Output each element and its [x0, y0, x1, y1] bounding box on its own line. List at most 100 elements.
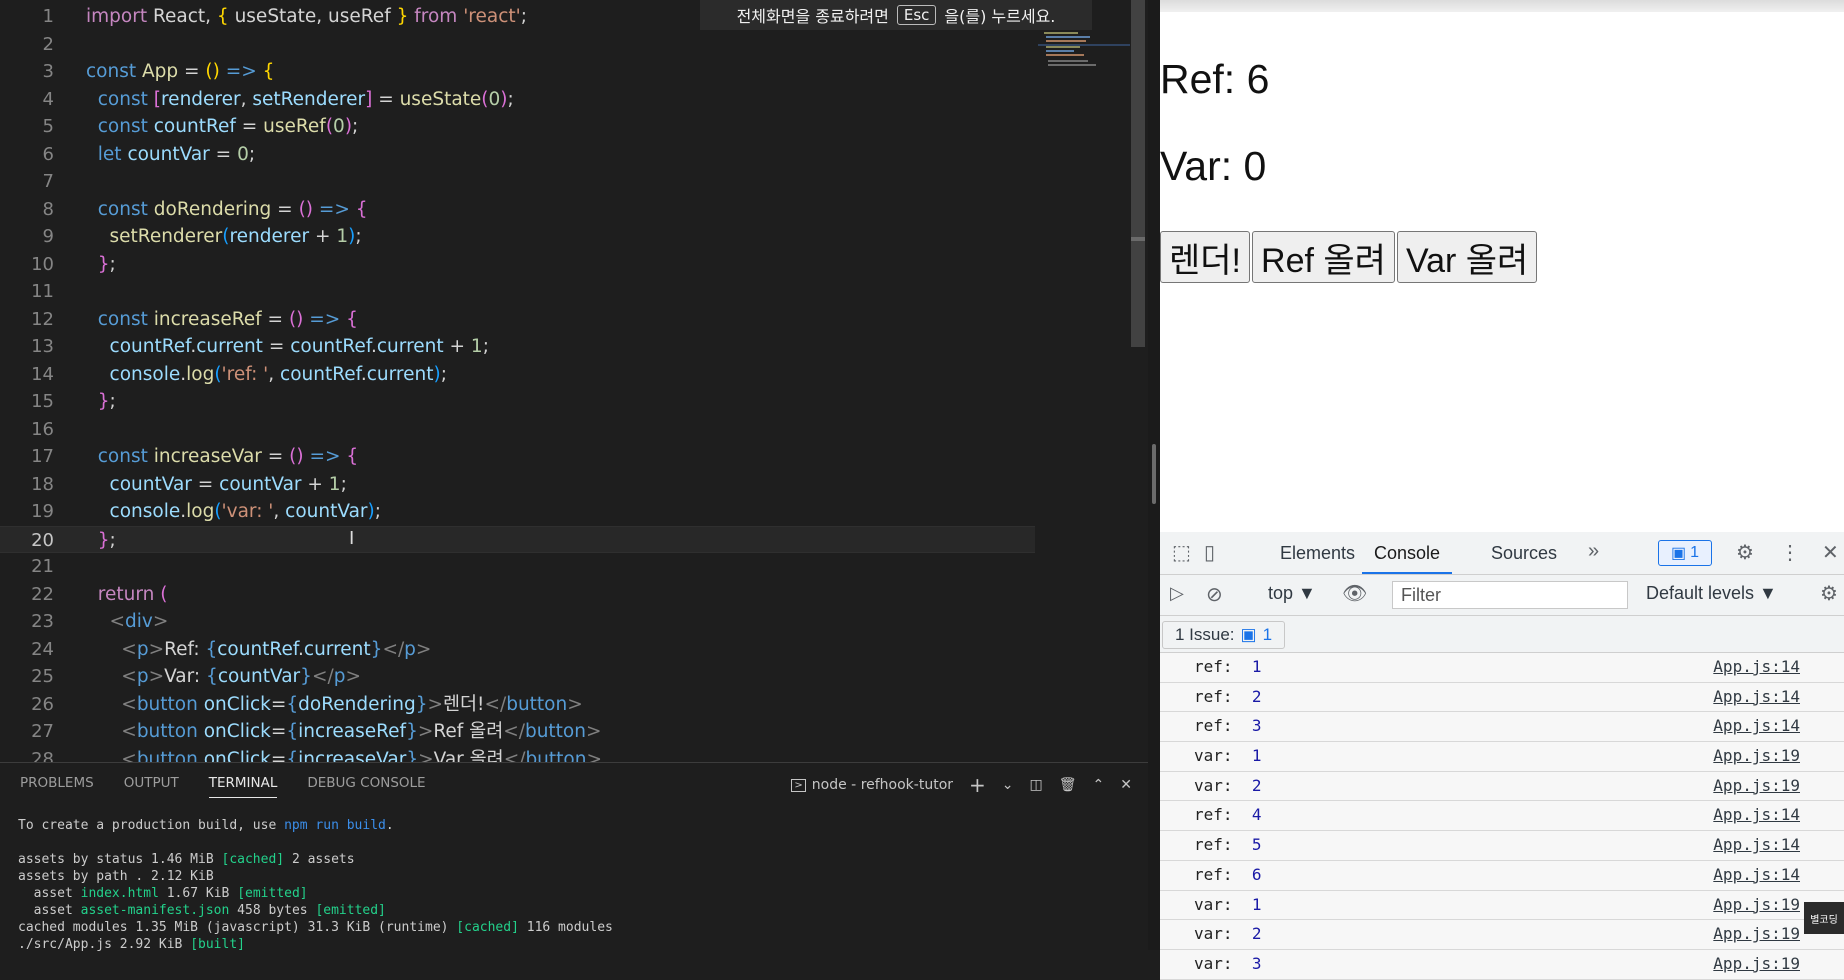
- context-selector[interactable]: top ▼: [1268, 583, 1316, 604]
- code-line[interactable]: 19 console.log('var: ', countVar);: [0, 498, 1035, 526]
- render-button[interactable]: 렌더!: [1160, 231, 1251, 283]
- code-line[interactable]: 22 return (: [0, 581, 1035, 609]
- increase-ref-button[interactable]: Ref 올려: [1252, 231, 1395, 283]
- code-line[interactable]: 7: [0, 168, 1035, 196]
- issues-pill[interactable]: 1 Issue: ▣ 1: [1162, 621, 1286, 649]
- code-line[interactable]: 15 };: [0, 388, 1035, 416]
- code-line[interactable]: 11: [0, 278, 1035, 306]
- console-log-message: ref: 5: [1194, 831, 1261, 860]
- code-line[interactable]: 23 <div>: [0, 608, 1035, 636]
- inspect-element-icon[interactable]: ⬚: [1172, 540, 1191, 565]
- code-lines[interactable]: 1 import React, { useState, useRef } from…: [0, 3, 1035, 762]
- code-line[interactable]: 12 const increaseRef = () => {: [0, 306, 1035, 334]
- console-log-label: var:: [1194, 894, 1243, 914]
- code-line[interactable]: 28 <button onClick={increaseVar}>Var 올려<…: [0, 746, 1035, 763]
- console-log-value: 5: [1251, 835, 1262, 855]
- console-log-source-link[interactable]: App.js:14: [1713, 653, 1800, 682]
- clear-console-icon[interactable]: ⊘: [1206, 582, 1223, 607]
- code-line[interactable]: 25 <p>Var: {countVar}</p>: [0, 663, 1035, 691]
- console-log-source-link[interactable]: App.js:14: [1713, 831, 1800, 860]
- tab-sources[interactable]: Sources: [1491, 532, 1557, 574]
- split-grip[interactable]: [1152, 444, 1156, 504]
- editor-scrollbar[interactable]: [1131, 0, 1145, 347]
- code-line[interactable]: 26 <button onClick={doRendering}>렌더!</bu…: [0, 691, 1035, 719]
- code-line-active[interactable]: 20 };: [0, 525, 1035, 553]
- code-line[interactable]: 27 <button onClick={increaseRef}>Ref 올려<…: [0, 718, 1035, 746]
- console-log-source-link[interactable]: App.js:19: [1713, 772, 1800, 801]
- code-line[interactable]: 6 let countVar = 0;: [0, 141, 1035, 169]
- console-log-source-link[interactable]: App.js:14: [1713, 801, 1800, 830]
- terminal-line: cached modules 1.35 MiB (javascript) 31.…: [18, 920, 613, 935]
- line-number: 10: [31, 253, 54, 275]
- close-icon[interactable]: ✕: [1120, 777, 1132, 793]
- trash-icon[interactable]: 🗑: [1059, 777, 1077, 793]
- channel-watermark: 별코딩: [1804, 902, 1844, 934]
- line-number: 16: [31, 418, 54, 440]
- code-line[interactable]: 10 };: [0, 251, 1035, 279]
- gear-icon[interactable]: ⚙: [1736, 540, 1754, 565]
- terminal-selector[interactable]: > node - refhook-tutor: [791, 777, 953, 793]
- tab-output[interactable]: OUTPUT: [124, 775, 179, 798]
- console-log-source-link[interactable]: App.js:14: [1713, 712, 1800, 741]
- code-line[interactable]: 13 countRef.current = countRef.current +…: [0, 333, 1035, 361]
- log-levels-dropdown[interactable]: Default levels ▼: [1646, 583, 1777, 604]
- tab-terminal[interactable]: TERMINAL: [208, 775, 278, 798]
- code-line[interactable]: 16: [0, 416, 1035, 444]
- console-log-list[interactable]: ref: 1 App.js:14 ref: 2 App.js:14 ref: 3 App.…: [1160, 653, 1844, 980]
- more-tabs-icon[interactable]: »: [1588, 540, 1599, 563]
- console-settings-icon[interactable]: ⚙: [1820, 581, 1838, 606]
- tab-elements[interactable]: Elements: [1280, 532, 1355, 574]
- console-log-source-link[interactable]: App.js:19: [1713, 891, 1800, 920]
- button-row: 렌더! Ref 올려 Var 올려: [1160, 231, 1538, 283]
- kebab-menu-icon[interactable]: ⋮: [1780, 540, 1800, 565]
- code-line[interactable]: 24 <p>Ref: {countRef.current}</p>: [0, 636, 1035, 664]
- console-log-source-link[interactable]: App.js:14: [1713, 861, 1800, 890]
- terminal-output[interactable]: To create a production build, use npm ru…: [18, 817, 613, 953]
- code-line[interactable]: 3 const App = () => {: [0, 58, 1035, 86]
- code-line[interactable]: 14 console.log('ref: ', countRef.current…: [0, 361, 1035, 389]
- line-number: 23: [31, 611, 54, 632]
- console-log-message: ref: 4: [1194, 801, 1261, 830]
- sidebar-toggle-icon[interactable]: ▷: [1170, 583, 1184, 604]
- device-toolbar-icon[interactable]: ▯: [1204, 540, 1215, 565]
- new-terminal-icon[interactable]: +: [969, 773, 986, 797]
- console-log-value: 3: [1251, 716, 1262, 736]
- code-line[interactable]: 5 const countRef = useRef(0);: [0, 113, 1035, 141]
- code-line[interactable]: 4 const [renderer, setRenderer] = useSta…: [0, 86, 1035, 114]
- console-log-message: var: 2: [1194, 772, 1261, 801]
- console-log-value: 1: [1251, 746, 1262, 766]
- increase-var-button[interactable]: Var 올려: [1396, 231, 1538, 283]
- line-number: 13: [31, 336, 54, 357]
- issues-count: 1: [1262, 625, 1273, 644]
- filter-input[interactable]: Filter: [1392, 581, 1628, 609]
- line-number: 14: [31, 363, 54, 385]
- code-line[interactable]: 2: [0, 31, 1035, 59]
- line-number: 27: [31, 721, 54, 742]
- console-log-message: ref: 3: [1194, 712, 1261, 741]
- split-terminal-icon[interactable]: ◫: [1030, 777, 1043, 793]
- tab-problems[interactable]: PROBLEMS: [20, 775, 94, 798]
- console-log-label: var:: [1194, 953, 1243, 973]
- toast-text-before: 전체화면을 종료하려면: [736, 7, 889, 26]
- panel-tabs: PROBLEMS OUTPUT TERMINAL DEBUG CONSOLE: [20, 775, 426, 798]
- chevron-up-icon[interactable]: ⌃: [1093, 777, 1105, 793]
- code-line[interactable]: 8 const doRendering = () => {: [0, 196, 1035, 224]
- code-line[interactable]: 18 countVar = countVar + 1;: [0, 471, 1035, 499]
- console-log-message: ref: 6: [1194, 861, 1261, 890]
- console-log-source-link[interactable]: App.js:19: [1713, 920, 1800, 949]
- console-log-source-link[interactable]: App.js:19: [1713, 742, 1800, 771]
- console-log-label: ref:: [1194, 686, 1243, 706]
- console-log-source-link[interactable]: App.js:14: [1713, 683, 1800, 712]
- code-editor[interactable]: 1 import React, { useState, useRef } from…: [0, 0, 1150, 762]
- tab-debug-console[interactable]: DEBUG CONSOLE: [307, 775, 425, 798]
- eye-icon[interactable]: 👁: [1342, 581, 1367, 606]
- code-line[interactable]: 21: [0, 553, 1035, 581]
- chevron-down-icon[interactable]: ⌄: [1002, 777, 1014, 793]
- issues-badge[interactable]: ▣ 1: [1658, 540, 1712, 566]
- close-icon[interactable]: ✕: [1822, 540, 1839, 565]
- console-log-source-link[interactable]: App.js:19: [1713, 950, 1800, 979]
- tab-console[interactable]: Console: [1362, 532, 1453, 574]
- console-log-label: ref:: [1194, 835, 1243, 855]
- code-line[interactable]: 9 setRenderer(renderer + 1);: [0, 223, 1035, 251]
- code-line[interactable]: 17 const increaseVar = () => {: [0, 443, 1035, 471]
